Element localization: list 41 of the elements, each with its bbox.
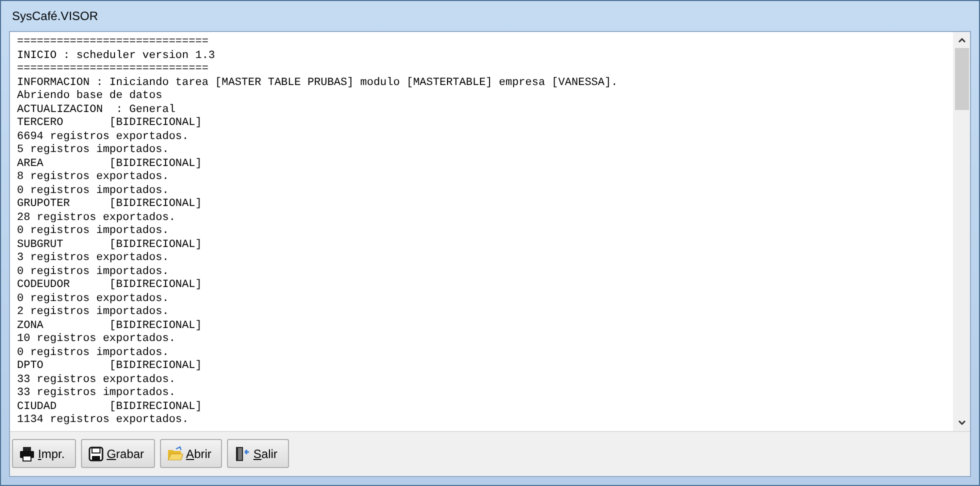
log-line: 10 registros exportados. [17, 333, 176, 346]
scrollbar-thumb[interactable] [954, 48, 968, 110]
log-line: 8 registros exportados. [17, 171, 170, 184]
exit-button[interactable]: Salir [227, 439, 290, 468]
log-line: 3 registros exportados. [17, 252, 170, 266]
log-line: AREA [BIDIRECIONAL] [17, 158, 203, 171]
log-line: DPTO [BIDIRECIONAL] [17, 360, 203, 374]
log-line: ZONA [BIDIRECIONAL] [17, 320, 203, 333]
log-line: 5 registros importados. [17, 144, 170, 158]
log-line: 0 registros importados. [17, 225, 170, 238]
log-line: 33 registros importados. [17, 387, 176, 400]
log-line: GRUPOTER [BIDIRECIONAL] [17, 198, 203, 212]
save-button[interactable]: Grabar [80, 439, 156, 468]
log-line: 2 registros importados. [17, 306, 170, 320]
log-line: INFORMACION : Iniciando tarea [MASTER TABLE PRUBAS] modulo [MASTERTABLE] empresa [VANESSA]. [17, 76, 619, 90]
log-line: INICIO : scheduler version 1.3 [17, 50, 216, 63]
log-line: 0 registros importados. [17, 184, 170, 198]
log-line: CIUDAD [BIDIRECIONAL] [17, 400, 203, 414]
open-button[interactable]: Abrir [160, 439, 222, 468]
log-line: CODEUDOR [BIDIRECIONAL] [17, 279, 203, 292]
scroll-up-icon[interactable] [958, 38, 966, 43]
log-line: SUBGRUT [BIDIRECIONAL] [17, 238, 203, 252]
log-line: 1134 registros exportados. [17, 414, 190, 428]
log-line: Abriendo base de datos [17, 90, 164, 104]
log-line: 0 registros exportados. [17, 292, 170, 306]
log-line: 6694 registros exportados. [17, 130, 190, 144]
exit-door-icon [234, 446, 250, 462]
log-line: 28 registros exportados. [17, 212, 176, 225]
log-line: 0 registros importados. [17, 266, 170, 279]
print-button[interactable]: Impr. [12, 439, 76, 468]
window-title: SysCafé.VISOR [12, 8, 98, 25]
log-line: 33 registros exportados. [17, 374, 176, 387]
folder-icon [167, 446, 184, 462]
printer-icon [19, 446, 35, 462]
log-line: ============================= [17, 63, 210, 76]
log-line: ============================= [17, 36, 210, 50]
log-line: 0 registros importados. [17, 346, 170, 360]
scroll-down-icon[interactable] [958, 420, 966, 425]
log-line: TERCERO [BIDIRECIONAL] [17, 117, 203, 130]
log-line: ACTUALIZACION : General [17, 104, 176, 117]
scrollbar[interactable] [953, 32, 970, 431]
